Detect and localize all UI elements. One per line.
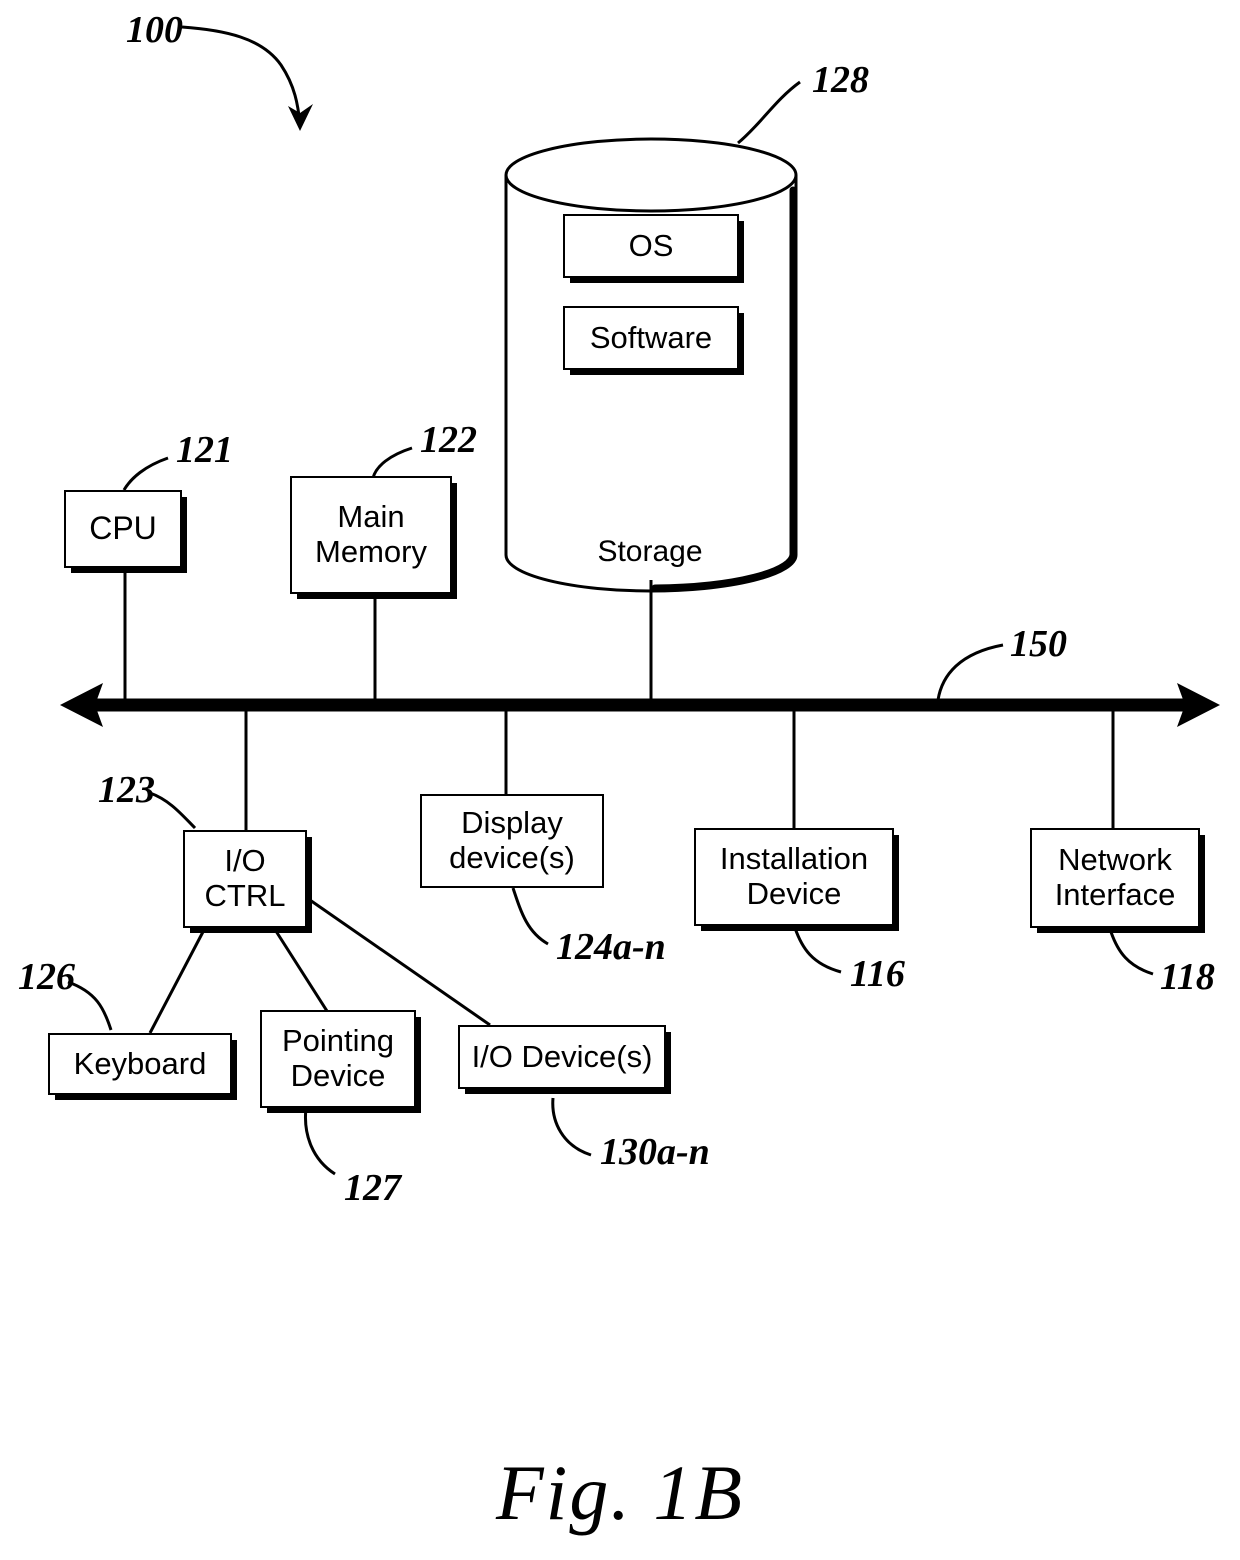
leader-line-130 [551,1097,592,1157]
ref-150: 150 [1010,623,1067,665]
io-ctrl-block: I/O CTRL [183,830,307,928]
ref-121: 121 [176,429,233,471]
io-ctrl-label-line1: I/O [224,843,266,879]
installation-device-block: Installation Device [694,828,894,926]
connector-ioctrl-iodevices [306,896,491,1027]
cpu-block: CPU [64,490,182,568]
ref-123: 123 [98,769,155,811]
arrowhead-100 [288,104,313,131]
pointing-device-label-line2: Device [290,1058,386,1093]
io-devices-label: I/O Device(s) [471,1038,653,1074]
leader-line-123 [149,791,197,830]
figure-caption: Fig. 1B [496,1449,744,1536]
leader-line-128 [737,80,801,145]
main-memory-block: Main Memory [290,476,452,594]
ref-118: 118 [1160,956,1215,998]
main-memory-label-line2: Memory [315,534,427,569]
pointing-device-block: Pointing Device [260,1010,416,1108]
network-interface-label-line2: Interface [1054,877,1176,912]
software-label: Software [589,319,713,355]
display-device-label-line1: Display [461,805,563,841]
os-block: OS [563,214,739,278]
ref-130a-n: 130a-n [600,1131,710,1173]
io-devices-block: I/O Device(s) [458,1025,666,1089]
ref-116: 116 [850,953,905,995]
leader-line-122 [371,446,413,479]
leader-line-118 [1109,931,1154,976]
ref-127: 127 [344,1167,401,1209]
storage-cylinder-top [504,137,798,213]
display-device-label-line2: device(s) [449,840,575,875]
ref-124a-n: 124a-n [556,926,666,968]
leader-line-116 [793,927,842,974]
storage-label: Storage [597,535,703,568]
keyboard-label: Keyboard [73,1045,207,1081]
leader-line-127 [303,1107,336,1176]
network-interface-label-line1: Network [1058,842,1172,878]
software-block: Software [563,306,739,370]
installation-device-label-line2: Device [746,876,842,911]
ref-100: 100 [126,9,183,51]
io-ctrl-label-line2: CTRL [204,878,286,913]
os-label: OS [628,227,674,263]
installation-device-label-line1: Installation [719,841,869,877]
leader-line-150 [936,643,1004,701]
ref-122: 122 [420,419,477,461]
leader-line-100 [181,25,302,125]
leader-line-124 [511,887,549,946]
network-interface-block: Network Interface [1030,828,1200,928]
ref-128: 128 [812,59,869,101]
patent-figure-page: CPU Main Memory OS Software Storage I/O … [0,0,1240,1560]
leader-line-121 [122,456,169,491]
keyboard-block: Keyboard [48,1033,232,1095]
main-memory-label-line1: Main [337,499,405,535]
cpu-label: CPU [89,510,157,547]
connector-ioctrl-keyboard [148,927,207,1034]
display-device-block: Display device(s) [420,794,604,888]
ref-126: 126 [18,956,75,998]
pointing-device-label-line1: Pointing [281,1023,395,1059]
